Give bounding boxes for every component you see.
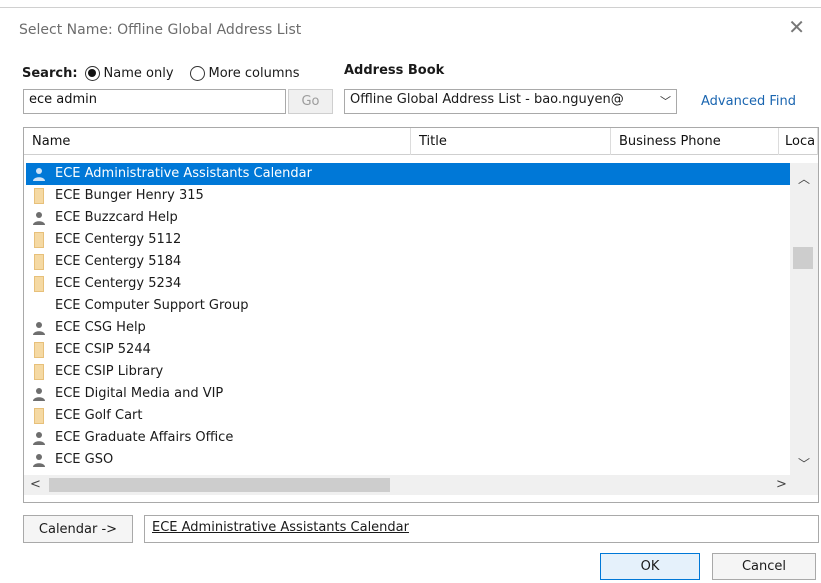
radio-dot-icon (88, 69, 97, 77)
list-item-name: ECE Centergy 5184 (55, 254, 182, 269)
vertical-scroll-thumb[interactable] (793, 247, 813, 269)
list-item[interactable]: ECE Administrative Assistants Calendar (26, 163, 790, 185)
folder-icon (34, 342, 44, 358)
scroll-up-icon[interactable]: ︿ (798, 170, 810, 187)
window-title: Select Name: Offline Global Address List (19, 22, 302, 38)
address-book-select[interactable]: Offline Global Address List - bao.nguyen… (344, 89, 677, 114)
go-button[interactable]: Go (288, 89, 333, 114)
person-icon (33, 388, 45, 401)
radio-selected-icon[interactable] (84, 65, 100, 81)
list-item-name: ECE Computer Support Group (55, 298, 249, 313)
person-icon (33, 454, 45, 467)
list-item-name: ECE CSG Help (55, 320, 146, 335)
list-item-name: ECE Centergy 5112 (55, 232, 182, 247)
radio-more-columns-label: More columns (208, 65, 300, 81)
folder-icon (34, 188, 44, 204)
calendar-button[interactable]: Calendar -> (23, 515, 133, 543)
list-item-name: ECE CSIP Library (55, 364, 164, 379)
address-book-value: Offline Global Address List - bao.nguyen… (350, 92, 624, 107)
search-options: Search: Name only More columns (22, 63, 316, 83)
column-header-name[interactable]: Name (24, 128, 411, 155)
chevron-down-icon[interactable]: ﹀ (660, 93, 671, 109)
top-divider (0, 7, 821, 8)
results-list: Name Title Business Phone Loca ECE Admin… (23, 127, 819, 503)
list-item[interactable]: ECE Golf Cart (26, 405, 790, 427)
column-header-location[interactable]: Loca (779, 128, 818, 155)
folder-icon (34, 408, 44, 424)
scroll-left-icon[interactable]: < (30, 475, 41, 495)
person-icon (33, 432, 45, 445)
address-book-label: Address Book (344, 63, 445, 78)
list-rows: ECE Administrative Assistants Calendar EC… (26, 163, 790, 493)
vertical-scrollbar[interactable]: ︿ ﹀ (790, 163, 818, 475)
list-item-name: ECE Digital Media and VIP (55, 386, 224, 401)
list-item-name: ECE Administrative Assistants Calendar (55, 166, 312, 181)
list-item[interactable]: ECE Centergy 5234 (26, 273, 790, 295)
column-header-business-phone[interactable]: Business Phone (611, 128, 779, 155)
list-item-name: ECE Graduate Affairs Office (55, 430, 234, 445)
search-input[interactable]: ece admin (23, 89, 286, 114)
list-item[interactable]: ECE Graduate Affairs Office (26, 427, 790, 449)
person-icon (33, 322, 45, 335)
horizontal-scrollbar[interactable]: < > (24, 475, 818, 495)
list-item-name: ECE Centergy 5234 (55, 276, 182, 291)
list-item[interactable]: ECE CSIP 5244 (26, 339, 790, 361)
scroll-corner (790, 475, 818, 495)
advanced-find-link[interactable]: Advanced Find (701, 94, 796, 109)
column-header-title[interactable]: Title (411, 128, 611, 155)
list-item[interactable]: ECE Digital Media and VIP (26, 383, 790, 405)
list-item[interactable]: ECE CSG Help (26, 317, 790, 339)
person-icon (33, 168, 45, 181)
folder-icon (34, 254, 44, 270)
radio-unselected-icon[interactable] (189, 65, 205, 81)
folder-icon (34, 364, 44, 380)
radio-name-only[interactable]: Name only (84, 65, 174, 81)
list-header: Name Title Business Phone Loca (24, 128, 818, 155)
list-item[interactable]: ECE GSO (26, 449, 790, 471)
list-item[interactable]: ECE Centergy 5184 (26, 251, 790, 273)
list-item[interactable]: ECE Computer Support Group (26, 295, 790, 317)
list-item[interactable]: ECE CSIP Library (26, 361, 790, 383)
list-item[interactable]: ECE Centergy 5112 (26, 229, 790, 251)
folder-icon (34, 232, 44, 248)
search-label: Search: (22, 65, 78, 81)
radio-name-only-label: Name only (103, 65, 174, 81)
folder-icon (34, 276, 44, 292)
list-item-name: ECE GSO (55, 452, 114, 467)
calendar-recipient-field[interactable]: ECE Administrative Assistants Calendar (144, 515, 819, 543)
list-item-name: ECE Bunger Henry 315 (55, 188, 204, 203)
radio-more-columns[interactable]: More columns (189, 65, 300, 81)
ok-button[interactable]: OK (600, 553, 700, 580)
list-item[interactable]: ECE Bunger Henry 315 (26, 185, 790, 207)
close-icon[interactable]: ✕ (788, 17, 805, 37)
list-item-name: ECE Buzzcard Help (55, 210, 178, 225)
title-bar: Select Name: Offline Global Address List… (0, 0, 821, 50)
scroll-down-icon[interactable]: ﹀ (798, 455, 810, 472)
list-item[interactable]: ECE Buzzcard Help (26, 207, 790, 229)
list-item-name: ECE Golf Cart (55, 408, 143, 423)
cancel-button[interactable]: Cancel (712, 553, 816, 580)
list-item-name: ECE CSIP 5244 (55, 342, 151, 357)
horizontal-scroll-thumb[interactable] (49, 478, 390, 492)
person-icon (33, 212, 45, 225)
scroll-right-icon[interactable]: > (776, 475, 787, 495)
